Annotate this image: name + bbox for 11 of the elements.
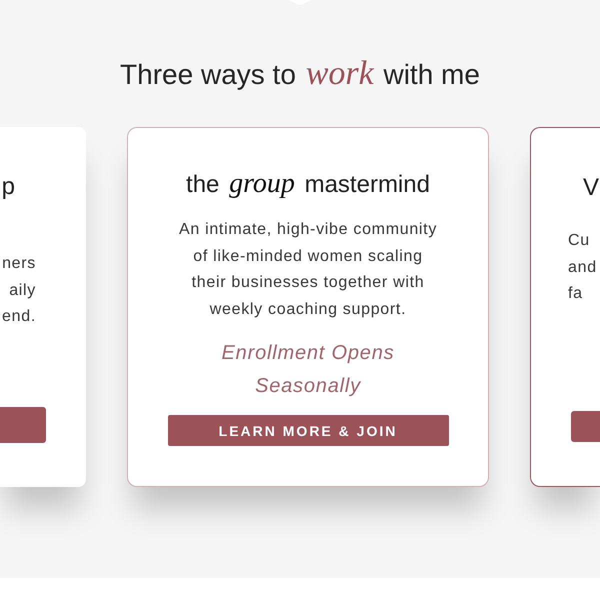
card-description: Cu and fa [567, 231, 597, 304]
card-title: p [2, 172, 16, 202]
card-button[interactable] [0, 407, 46, 443]
card-button[interactable] [571, 411, 600, 442]
learn-more-button[interactable]: LEARN MORE & JOIN [168, 415, 448, 446]
card-title: the group mastermind [186, 168, 430, 201]
card-description: ners aily end. [2, 254, 37, 327]
card-description: An intimate, high-vibe community of like-minded women scaling their businesses together with weekly coaching support. [178, 220, 438, 320]
enrollment-note: Enrollment Opens Seasonally [222, 341, 394, 399]
section-heading: Three ways to work with me [120, 56, 480, 93]
card-title: V [582, 173, 600, 203]
